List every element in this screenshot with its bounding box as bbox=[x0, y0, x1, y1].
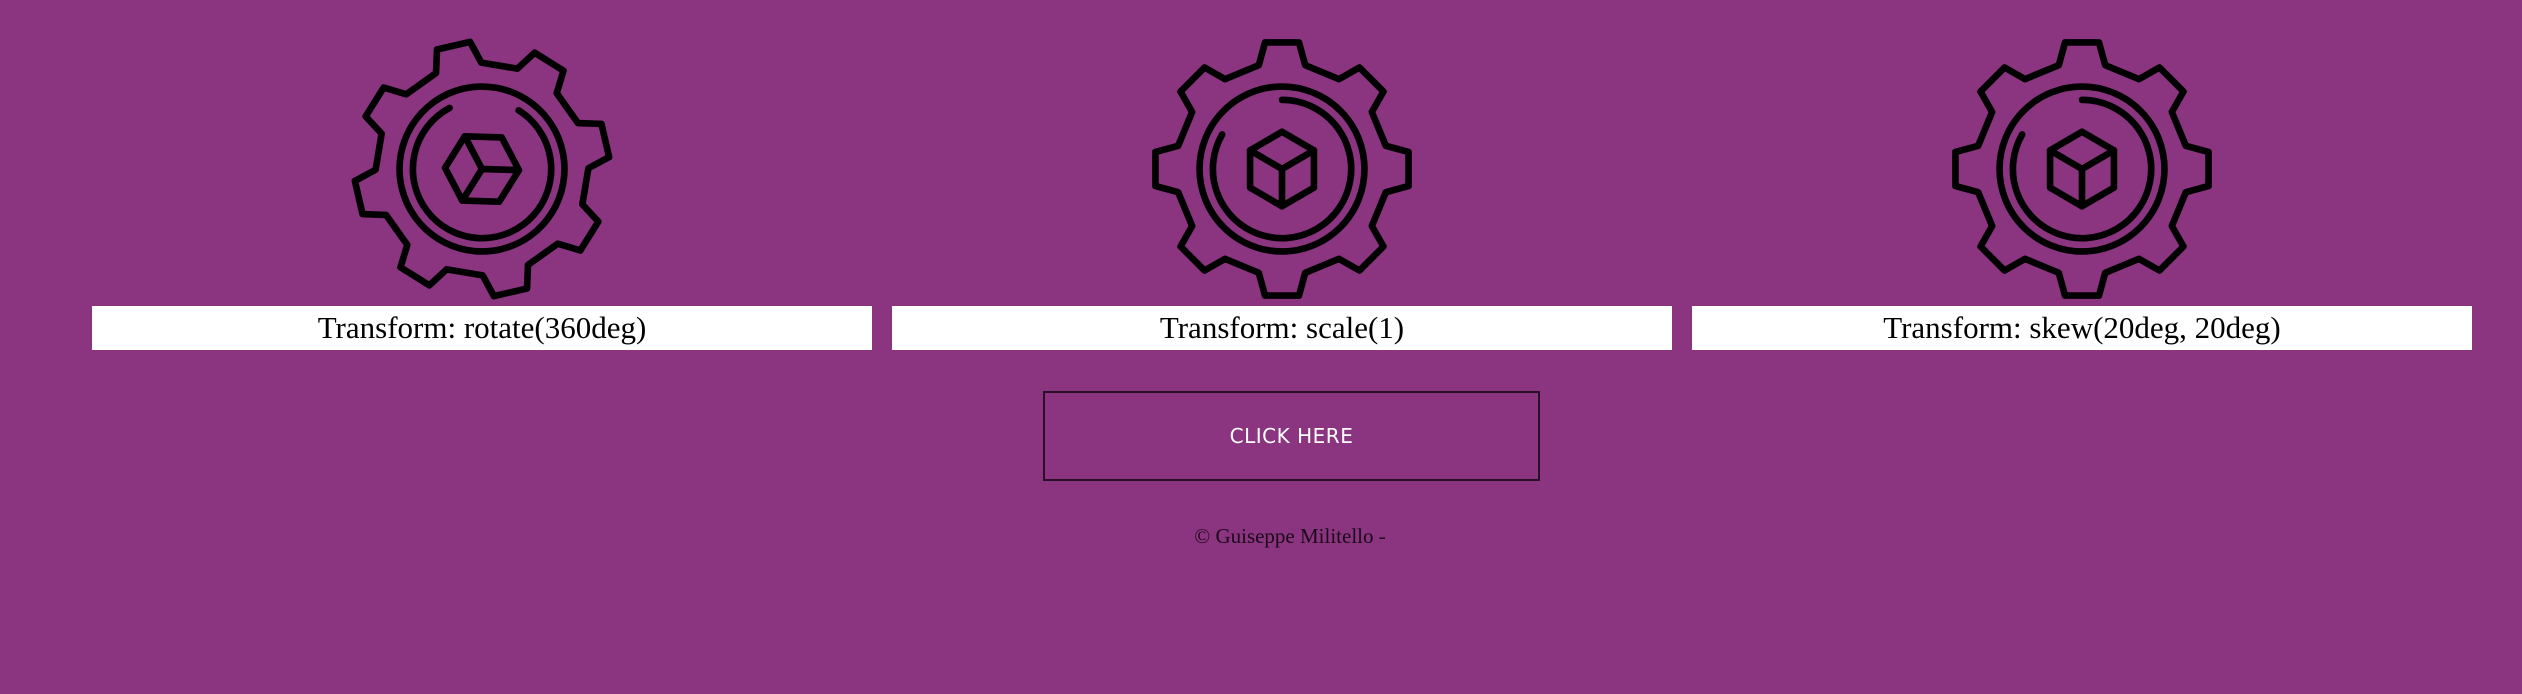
footer-copyright: © Guiseppe Militello - bbox=[1194, 524, 1386, 548]
card-label-skew: Transform: skew(20deg, 20deg) bbox=[1692, 306, 2472, 350]
page: Transform: rotate(360deg) Transform: sca… bbox=[0, 0, 2522, 694]
card-skew: Transform: skew(20deg, 20deg) bbox=[1692, 0, 2472, 352]
card-label-scale: Transform: scale(1) bbox=[892, 306, 1672, 350]
card-rotate: Transform: rotate(360deg) bbox=[92, 0, 872, 352]
gear-cube-icon bbox=[349, 36, 615, 302]
gear-cube-icon bbox=[1949, 36, 2215, 302]
gear-cube-icon bbox=[1149, 36, 1415, 302]
card-label-rotate: Transform: rotate(360deg) bbox=[92, 306, 872, 350]
card-scale: Transform: scale(1) bbox=[892, 0, 1672, 352]
transform-cards: Transform: rotate(360deg) Transform: sca… bbox=[92, 0, 2472, 352]
click-here-button[interactable]: CLICK HERE bbox=[1043, 391, 1540, 481]
